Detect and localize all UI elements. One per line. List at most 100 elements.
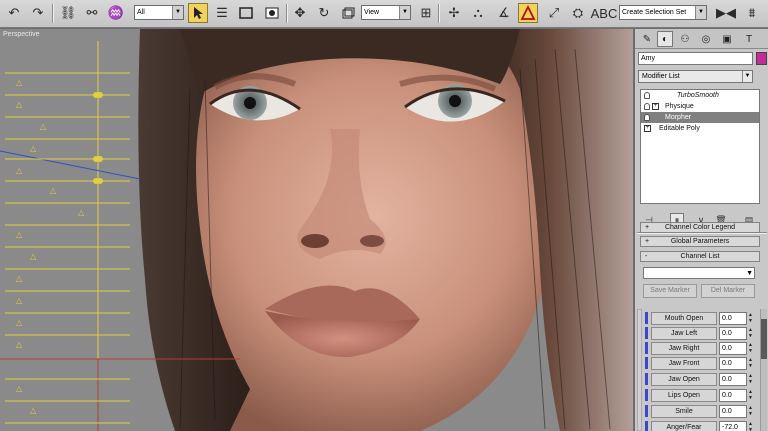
svg-text:△: △ [16, 100, 23, 109]
redo-icon[interactable]: ↷ [28, 3, 48, 23]
rollout-global-parameters[interactable]: + Global Parameters [640, 236, 760, 247]
stack-item-physique[interactable]: + Physique [641, 101, 759, 112]
spinner-icon[interactable]: ▲ ▼ [747, 405, 754, 418]
channel-value-field[interactable]: 0.0 [719, 342, 747, 355]
del-marker-button[interactable]: Del Marker [701, 284, 755, 298]
svg-text:△: △ [16, 78, 23, 87]
selection-filter-value: All [137, 9, 145, 16]
channel-list: Mouth Open 0.0 ▲ ▼ Jaw Left 0.0 ▲ ▼ Jaw Ri… [645, 311, 757, 431]
display-tab-icon[interactable]: ▣ [719, 31, 735, 47]
link-icon[interactable]: ⛓ [58, 3, 78, 23]
chevron-down-icon: ▼ [172, 6, 183, 19]
expand-icon[interactable]: + [652, 103, 659, 110]
move-icon[interactable]: ✥ [290, 3, 310, 23]
spinner-snap-icon[interactable]: ⤢ [544, 3, 564, 23]
channel-row: Smile 0.0 ▲ ▼ [645, 404, 757, 418]
use-pivot-icon[interactable]: ⊞ [416, 3, 436, 23]
scale-icon[interactable] [338, 3, 358, 23]
channel-name-button[interactable]: Jaw Right [651, 342, 717, 355]
stack-item-label: TurboSmooth [677, 92, 719, 99]
channel-color-indicator [645, 405, 648, 417]
stack-item-turbosmooth[interactable]: TurboSmooth [641, 90, 759, 101]
spinner-icon[interactable]: ▲ ▼ [747, 421, 754, 431]
channel-value-field[interactable]: 0.0 [719, 389, 747, 402]
reference-coord-dropdown[interactable]: View ▼ [361, 5, 411, 20]
channel-color-indicator [645, 327, 648, 339]
undo-icon[interactable]: ↶ [4, 3, 24, 23]
channel-value-field[interactable]: 0.0 [719, 405, 747, 418]
percent-snap-icon[interactable] [518, 3, 538, 23]
snap-icon[interactable]: ⛬ [468, 3, 488, 23]
channel-scrollbar[interactable] [760, 309, 767, 431]
rollout-channel-list[interactable]: - Channel List [640, 251, 760, 262]
main-toolbar: ↶ ↷ ⛓ ⚯ ♒ All ▼ ☰ ✥ ↻ View ▼ ⊞ ✢ ⛬ ∡ ⤢ ⛭… [0, 0, 768, 28]
lightbulb-icon[interactable] [644, 92, 650, 99]
spinner-icon[interactable]: ▲ ▼ [747, 389, 754, 402]
command-panel: ✎ ◐ ⚇ ◎ ▣ T Amy Modifier List ▼ TurboSmo… [634, 29, 768, 431]
mirror-icon[interactable]: ▶◀ [716, 3, 736, 23]
marker-dropdown[interactable]: ▼ [643, 267, 755, 279]
channel-name-button[interactable]: Jaw Open [651, 373, 717, 386]
modifier-list-label: Modifier List [642, 73, 680, 80]
selection-filter-dropdown[interactable]: All ▼ [134, 5, 184, 20]
expand-icon[interactable]: + [644, 125, 651, 132]
spinner-icon[interactable]: ▲ ▼ [747, 373, 754, 386]
align-icon[interactable]: ⩩ [742, 3, 762, 23]
modifier-list-dropdown[interactable]: Modifier List ▼ [638, 70, 753, 83]
viewport-label[interactable]: Perspective [3, 31, 40, 38]
save-marker-button[interactable]: Save Marker [643, 284, 697, 298]
channel-value-field[interactable]: 0.0 [719, 357, 747, 370]
channel-value-field[interactable]: -72.0 [719, 421, 747, 431]
select-object-icon[interactable] [188, 3, 208, 23]
edit-named-sel-icon[interactable]: ⛭ [568, 3, 588, 23]
spinner-icon[interactable]: ▲ ▼ [747, 327, 754, 340]
create-tab-icon[interactable]: ✎ [639, 31, 655, 47]
svg-text:△: △ [30, 406, 37, 415]
channel-name-button[interactable]: Smile [651, 405, 717, 418]
stack-item-morpher[interactable]: Morpher [641, 112, 759, 123]
named-sel-edit-icon[interactable]: ABC [591, 3, 618, 23]
object-color-swatch[interactable] [756, 52, 767, 65]
unlink-icon[interactable]: ⚯ [82, 3, 102, 23]
channel-name-button[interactable]: Jaw Left [651, 327, 717, 340]
spinner-icon[interactable]: ▲ ▼ [747, 342, 754, 355]
spinner-icon[interactable]: ▲ ▼ [747, 357, 754, 370]
svg-text:△: △ [50, 186, 57, 195]
spinner-icon[interactable]: ▲ ▼ [747, 312, 754, 325]
modifier-stack: TurboSmooth + Physique Morpher + Editabl… [640, 89, 760, 204]
scrollbar-thumb[interactable] [761, 319, 767, 359]
select-by-name-icon[interactable]: ☰ [212, 3, 232, 23]
channel-name-button[interactable]: Jaw Front [651, 357, 717, 370]
channel-row: Anger/Fear -72.0 ▲ ▼ [645, 420, 757, 431]
lightbulb-icon[interactable] [644, 114, 650, 121]
channel-name-button[interactable]: Mouth Open [651, 312, 717, 325]
utilities-tab-icon[interactable]: T [741, 31, 757, 47]
rotate-icon[interactable]: ↻ [314, 3, 334, 23]
channel-value-field[interactable]: 0.0 [719, 312, 747, 325]
perspective-viewport[interactable]: Perspective △ △ △ △ △ △ △ △ △ △ △ △ △ △ … [0, 29, 633, 431]
object-name-field[interactable]: Amy [638, 52, 753, 65]
chevron-down-icon: ▼ [746, 270, 753, 277]
channel-color-indicator [645, 389, 648, 401]
rollout-channel-color-legend[interactable]: + Channel Color Legend [640, 222, 760, 233]
stack-item-editable-poly[interactable]: + Editable Poly [641, 123, 759, 134]
lightbulb-icon[interactable] [644, 103, 650, 110]
named-selection-dropdown[interactable]: Create Selection Set ▼ [619, 5, 707, 20]
rollout-title: Channel List [680, 253, 720, 260]
hierarchy-tab-icon[interactable]: ⚇ [677, 31, 693, 47]
channel-name-button[interactable]: Lips Open [651, 389, 717, 402]
channel-value-field[interactable]: 0.0 [719, 373, 747, 386]
modify-tab-icon[interactable]: ◐ [657, 31, 673, 47]
panel-tabs: ✎ ◐ ⚇ ◎ ▣ T [635, 29, 768, 49]
bind-space-warp-icon[interactable]: ♒ [106, 3, 126, 23]
channel-scroll-left[interactable] [637, 309, 642, 431]
svg-text:△: △ [16, 384, 23, 393]
window-crossing-icon[interactable] [262, 3, 282, 23]
motion-tab-icon[interactable]: ◎ [698, 31, 714, 47]
channel-value-field[interactable]: 0.0 [719, 327, 747, 340]
channel-name-button[interactable]: Anger/Fear [651, 421, 717, 431]
angle-snap-icon[interactable]: ∡ [494, 3, 514, 23]
manipulate-icon[interactable]: ✢ [444, 3, 464, 23]
rect-region-icon[interactable] [236, 3, 256, 23]
svg-text:△: △ [16, 296, 23, 305]
